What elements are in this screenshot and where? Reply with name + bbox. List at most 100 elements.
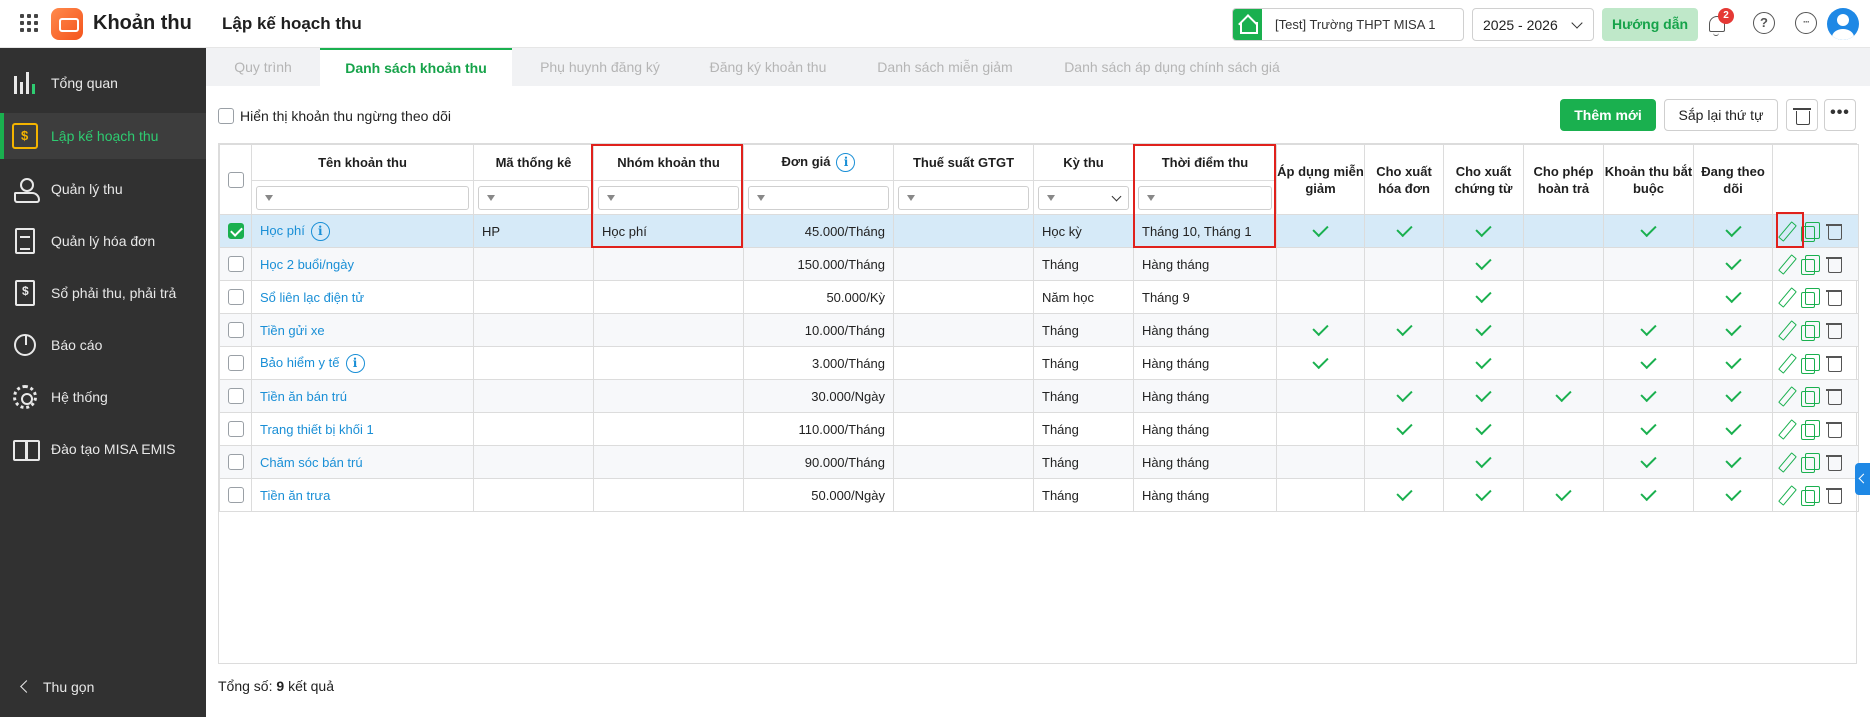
duplicate-icon[interactable] (1801, 321, 1820, 341)
row-checkbox[interactable] (228, 454, 244, 471)
sidebar-item-reports[interactable]: Báo cáo (0, 322, 206, 368)
trash-icon[interactable] (1825, 354, 1843, 372)
col-header-vat[interactable]: Thuế suất GTGT (893, 144, 1034, 181)
table-row[interactable]: Bảo hiểm y tế i 3.000/Tháng Tháng Hàng tháng (219, 346, 1859, 380)
fee-name-cell[interactable]: Chăm sóc bán trú (251, 445, 474, 479)
col-header-time[interactable]: Thời điểm thu (1133, 144, 1277, 181)
collapse-sidebar-button[interactable]: Thu gọn (0, 672, 206, 702)
row-checkbox[interactable] (228, 223, 244, 240)
info-icon[interactable]: i (345, 353, 365, 373)
info-icon[interactable]: i (310, 221, 330, 241)
row-checkbox[interactable] (228, 421, 244, 438)
fee-name-cell[interactable]: Học 2 buổi/ngày (251, 247, 474, 281)
trash-icon[interactable] (1825, 420, 1843, 438)
delete-selected-button[interactable] (1786, 99, 1818, 131)
add-new-button[interactable]: Thêm mới (1560, 99, 1656, 131)
tab-fee-list[interactable]: Danh sách khoản thu (320, 48, 512, 86)
tab-price-policy-list[interactable]: Danh sách áp dụng chính sách giá (1042, 48, 1302, 86)
sidebar-item-planning[interactable]: Lập kế hoạch thu (0, 113, 206, 159)
fee-name-cell[interactable]: Học phí i (251, 214, 474, 248)
edit-pencil-icon[interactable] (1777, 486, 1795, 504)
trash-icon[interactable] (1825, 288, 1843, 306)
info-icon[interactable]: i (836, 153, 856, 173)
fee-name-link[interactable]: Trang thiết bị khối 1 (260, 422, 374, 437)
row-checkbox[interactable] (228, 289, 244, 306)
filter-name-input[interactable] (256, 185, 469, 210)
filter-group-input[interactable] (598, 185, 739, 210)
select-all-checkbox[interactable] (227, 172, 244, 189)
more-actions-button[interactable]: ••• (1824, 99, 1856, 131)
fee-name-link[interactable]: Học phí (260, 222, 305, 237)
edit-pencil-icon[interactable] (1777, 222, 1795, 240)
avatar[interactable] (1827, 8, 1859, 40)
help-icon[interactable]: ? (1753, 12, 1775, 34)
show-inactive-checkbox[interactable] (218, 108, 234, 125)
duplicate-icon[interactable] (1801, 453, 1820, 473)
trash-icon[interactable] (1825, 222, 1843, 240)
duplicate-icon[interactable] (1801, 222, 1820, 242)
tab-fee-registration[interactable]: Đăng ký khoản thu (688, 48, 848, 86)
col-header-name[interactable]: Tên khoản thu (251, 144, 474, 181)
sidebar-item-training[interactable]: Đào tạo MISA EMIS (0, 426, 206, 472)
edit-pencil-icon[interactable] (1777, 354, 1795, 372)
school-year-dropdown[interactable]: 2025 - 2026 (1472, 8, 1594, 41)
col-header-price[interactable]: Đơn giá i (743, 144, 894, 181)
fee-name-cell[interactable]: Sổ liên lạc điện tử (251, 280, 474, 314)
fee-name-link[interactable]: Học 2 buổi/ngày (260, 257, 354, 272)
fee-name-cell[interactable]: Trang thiết bị khối 1 (251, 412, 474, 446)
trash-icon[interactable] (1825, 255, 1843, 273)
filter-vat-input[interactable] (898, 185, 1029, 210)
fee-name-link[interactable]: Chăm sóc bán trú (260, 455, 363, 470)
guide-button[interactable]: Hướng dẫn (1602, 8, 1698, 41)
fee-name-link[interactable]: Tiền ăn bán trú (260, 389, 347, 404)
table-row[interactable]: Sổ liên lạc điện tử 50.000/Kỳ Năm học Tháng… (219, 280, 1859, 314)
table-row[interactable]: Tiền gửi xe 10.000/Tháng Tháng Hàng tháng (219, 313, 1859, 347)
fee-name-link[interactable]: Tiền gửi xe (260, 323, 325, 338)
col-header-discount[interactable]: Áp dụng miễn giảm (1276, 144, 1365, 215)
trash-icon[interactable] (1825, 321, 1843, 339)
edit-pencil-icon[interactable] (1777, 321, 1795, 339)
sidebar-item-overview[interactable]: Tổng quan (0, 60, 206, 106)
reorder-button[interactable]: Sắp lại thứ tự (1664, 99, 1778, 131)
row-checkbox[interactable] (228, 322, 244, 339)
col-header-refund[interactable]: Cho phép hoàn trả (1523, 144, 1604, 215)
edit-pencil-icon[interactable] (1777, 453, 1795, 471)
col-header-code[interactable]: Mã thống kê (473, 144, 594, 181)
table-row[interactable]: Trang thiết bị khối 1 110.000/Tháng Tháng H… (219, 412, 1859, 446)
sidebar-item-collection[interactable]: Quản lý thu (0, 166, 206, 212)
col-header-invoice[interactable]: Cho xuất hóa đơn (1364, 144, 1444, 215)
col-header-tracking[interactable]: Đang theo dõi (1693, 144, 1773, 215)
col-header-period[interactable]: Kỳ thu (1033, 144, 1134, 181)
col-header-voucher[interactable]: Cho xuất chứng từ (1443, 144, 1524, 215)
sidebar-item-ledger[interactable]: Sổ phải thu, phải trả (0, 270, 206, 316)
fee-name-link[interactable]: Bảo hiểm y tế (260, 354, 340, 369)
fee-name-cell[interactable]: Tiền gửi xe (251, 313, 474, 347)
edit-pencil-icon[interactable] (1777, 387, 1795, 405)
fee-name-link[interactable]: Sổ liên lạc điện tử (260, 290, 364, 305)
sidebar-item-system[interactable]: Hệ thống (0, 374, 206, 420)
side-panel-toggle[interactable] (1855, 463, 1870, 495)
apps-grid-icon[interactable] (20, 14, 38, 32)
table-row[interactable]: Tiền ăn bán trú 30.000/Ngày Tháng Hàng thán… (219, 379, 1859, 413)
row-checkbox[interactable] (228, 256, 244, 273)
trash-icon[interactable] (1825, 486, 1843, 504)
show-inactive-toggle[interactable]: Hiển thị khoản thu ngừng theo dõi (218, 107, 451, 125)
row-checkbox[interactable] (228, 388, 244, 405)
trash-icon[interactable] (1825, 387, 1843, 405)
filter-code-input[interactable] (478, 185, 589, 210)
table-row[interactable]: Học 2 buổi/ngày 150.000/Tháng Tháng Hàng th… (219, 247, 1859, 281)
edit-pencil-icon[interactable] (1777, 255, 1795, 273)
col-header-group[interactable]: Nhóm khoản thu (593, 144, 744, 181)
trash-icon[interactable] (1825, 453, 1843, 471)
duplicate-icon[interactable] (1801, 255, 1820, 275)
filter-time-input[interactable] (1138, 185, 1272, 210)
table-row[interactable]: Tiền ăn trưa 50.000/Ngày Tháng Hàng tháng (219, 478, 1859, 512)
table-row[interactable]: Chăm sóc bán trú 90.000/Tháng Tháng Hàng th… (219, 445, 1859, 479)
school-selector[interactable]: [Test] Trường THPT MISA 1 (1232, 8, 1464, 41)
row-checkbox[interactable] (228, 487, 244, 504)
fee-name-link[interactable]: Tiền ăn trưa (260, 488, 330, 503)
duplicate-icon[interactable] (1801, 354, 1820, 374)
row-checkbox[interactable] (228, 355, 244, 372)
table-row[interactable]: Học phí i HP Học phí 45.000/Tháng Học kỳ Tháng… (219, 214, 1859, 248)
filter-period-select[interactable] (1038, 185, 1129, 210)
